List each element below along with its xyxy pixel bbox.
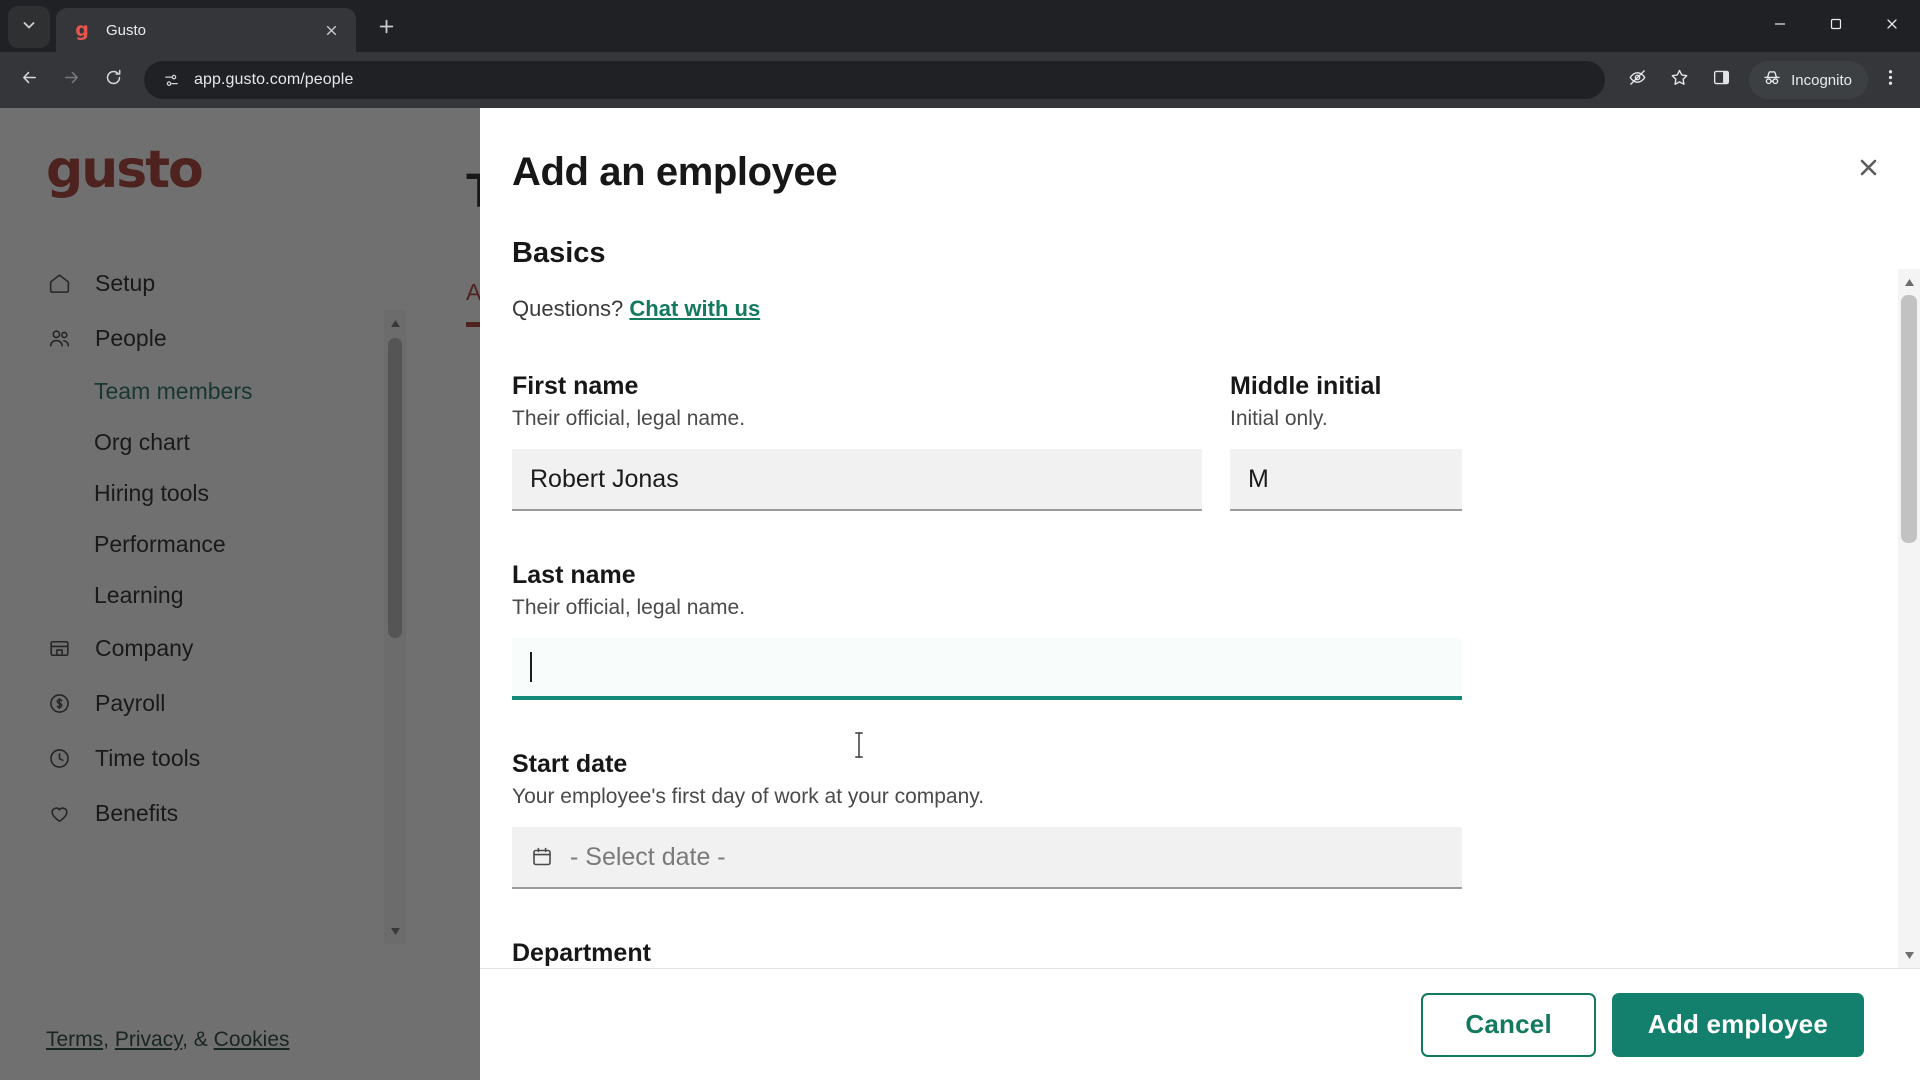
close-window-button[interactable] (1864, 0, 1920, 48)
star-icon (1670, 68, 1689, 92)
incognito-hat-icon (1762, 68, 1782, 92)
page-settings-icon[interactable] (158, 67, 184, 93)
start-date-placeholder: - Select date - (570, 842, 726, 871)
department-field-row: Department Select department... (512, 939, 1860, 968)
forward-arrow-icon (62, 68, 81, 92)
three-dot-menu-icon (1881, 68, 1900, 92)
cancel-button[interactable]: Cancel (1421, 992, 1596, 1057)
start-date-field-group: Start date Your employee's first day of … (512, 750, 1462, 889)
side-panel-icon (1712, 68, 1731, 92)
chat-with-us-link[interactable]: Chat with us (629, 296, 760, 321)
start-date-input[interactable]: - Select date - (512, 827, 1462, 889)
back-button[interactable] (10, 61, 48, 99)
modal-close-button[interactable] (1850, 152, 1886, 188)
questions-line: Questions? Chat with us (512, 296, 1860, 322)
start-date-label: Start date (512, 750, 628, 778)
tab-strip: g Gusto (0, 0, 1920, 52)
new-tab-button[interactable] (366, 9, 406, 49)
department-label: Department (512, 939, 651, 967)
last-name-label: Last name (512, 561, 636, 589)
tab-title: Gusto (106, 21, 147, 39)
chrome-menu-button[interactable] (1870, 60, 1910, 100)
first-name-label: First name (512, 372, 639, 400)
toolbar-actions: Incognito (1617, 60, 1910, 100)
last-name-field-group: Last name Their official, legal name. (512, 561, 1462, 700)
add-employee-modal: Add an employee Basics Questions? Chat w… (480, 108, 1920, 1080)
browser-toolbar: app.gusto.com/people Incognito (0, 52, 1920, 108)
first-name-help: Their official, legal name. (512, 407, 746, 430)
reload-button[interactable] (94, 61, 132, 99)
address-bar[interactable]: app.gusto.com/people (144, 61, 1606, 99)
first-name-field-group: First name Their official, legal name. R… (512, 372, 1202, 511)
middle-initial-input[interactable]: M (1230, 449, 1462, 511)
url-text: app.gusto.com/people (194, 71, 354, 88)
modal-scroll-up-arrow[interactable] (1898, 271, 1920, 293)
incognito-indicator[interactable]: Incognito (1749, 61, 1868, 99)
tab-search-button[interactable] (8, 6, 50, 48)
tracking-protection-button[interactable] (1617, 60, 1657, 100)
name-field-row: First name Their official, legal name. R… (512, 372, 1860, 511)
close-icon (1858, 157, 1879, 183)
text-caret (530, 652, 532, 682)
gusto-favicon: g (75, 18, 89, 41)
window-controls (1752, 0, 1920, 48)
modal-scroll-down-arrow[interactable] (1898, 944, 1920, 966)
modal-body[interactable]: Basics Questions? Chat with us First nam… (480, 195, 1920, 968)
plus-icon (378, 18, 395, 40)
middle-initial-field-group: Middle initial Initial only. M (1230, 372, 1462, 511)
reload-icon (104, 68, 123, 92)
modal-title: Add an employee (512, 150, 838, 194)
eye-off-icon (1628, 68, 1647, 92)
department-field-group: Department Select department... (512, 939, 1462, 968)
start-date-help: Your employee's first day of work at you… (512, 785, 985, 808)
incognito-label: Incognito (1791, 71, 1852, 89)
minimize-button[interactable] (1752, 0, 1808, 48)
modal-header: Add an employee (480, 108, 1920, 195)
last-name-input[interactable] (512, 638, 1462, 700)
chevron-down-icon (21, 17, 37, 38)
tab-close-button[interactable] (318, 17, 344, 43)
middle-initial-help: Initial only. (1230, 407, 1328, 430)
middle-initial-label: Middle initial (1230, 372, 1382, 400)
modal-scrollbar[interactable] (1898, 269, 1920, 968)
modal-footer: Cancel Add employee (480, 968, 1920, 1080)
first-name-input[interactable]: Robert Jonas (512, 449, 1202, 511)
last-name-field-row: Last name Their official, legal name. (512, 561, 1860, 700)
last-name-help: Their official, legal name. (512, 596, 746, 619)
modal-scroll-thumb[interactable] (1901, 295, 1917, 543)
side-panel-button[interactable] (1701, 60, 1741, 100)
page-viewport: gusto Setup People (0, 108, 1920, 1080)
bookmark-button[interactable] (1659, 60, 1699, 100)
start-date-field-row: Start date Your employee's first day of … (512, 750, 1860, 889)
questions-prefix: Questions? (512, 296, 630, 321)
browser-window: g Gusto app.gusto.com/people Incognito A… (0, 0, 1920, 1080)
calendar-icon (530, 844, 556, 870)
add-employee-button[interactable]: Add employee (1611, 992, 1864, 1057)
back-arrow-icon (20, 68, 39, 92)
browser-tab-gusto[interactable]: g Gusto (56, 8, 356, 52)
forward-button[interactable] (52, 61, 90, 99)
section-title-basics: Basics (512, 237, 606, 269)
maximize-button[interactable] (1808, 0, 1864, 48)
